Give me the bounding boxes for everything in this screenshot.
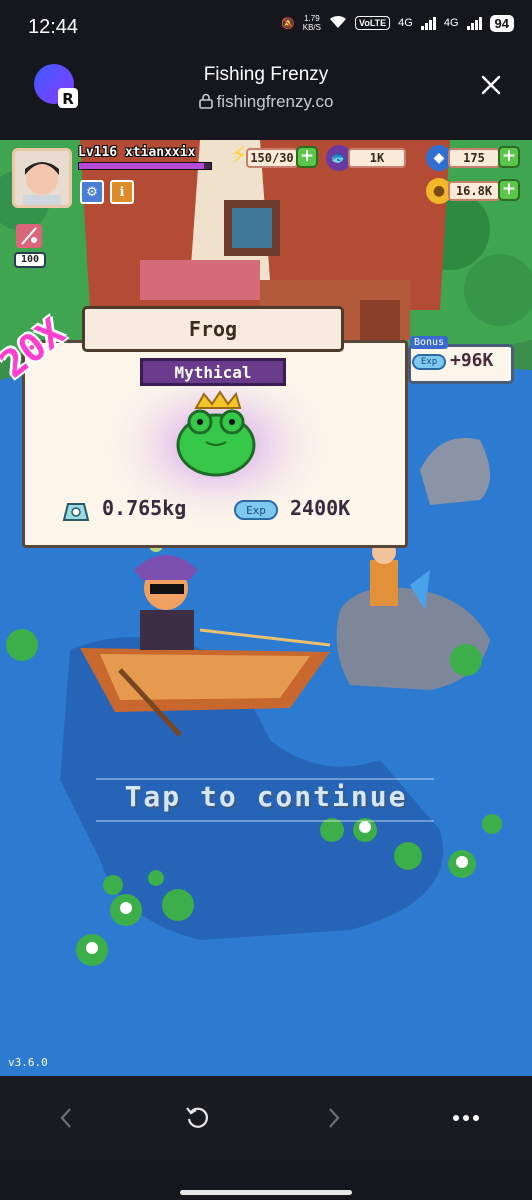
exp-badge: Exp [234,500,278,520]
signal-icon [420,16,436,30]
tap-to-continue[interactable]: Tap to continue [0,780,532,813]
screen: 12:44 🔕 1.79 KB/S VoLTE 4G 4G 94 R Fishin… [0,0,532,1200]
scale-icon [62,503,90,521]
exp-value: 2400K [290,496,351,520]
lock-icon [198,93,213,109]
version-label: v3.6.0 [8,1056,48,1069]
more-dots-icon [453,1115,479,1121]
page-title: Fishing Frenzy [203,64,329,85]
game-canvas[interactable]: Lv116 xtianxxix ⚙ ℹ ⚡ 150/30 + 🐟 1K ◆ 17… [0,140,532,1076]
browser-header: R Fishing Frenzy fishingfrenzy.co [0,56,532,140]
settings-button[interactable]: ⚙ [80,180,104,204]
fish-weight: 0.765kg [102,496,187,520]
info-icon: ℹ [119,184,125,200]
gear-icon: ⚙ [86,184,98,200]
status-bar: 12:44 🔕 1.79 KB/S VoLTE 4G 4G 94 [0,0,532,56]
fish-count: 1K [348,148,406,168]
wifi-icon [329,15,347,32]
info-button[interactable]: ℹ [110,180,134,204]
avatar-portrait-icon [15,151,69,205]
bonus-label: Bonus [410,336,449,349]
mute-icon: 🔕 [281,17,295,30]
volte-badge: VoLTE [354,16,391,30]
add-energy-button[interactable]: + [296,146,318,168]
clock: 12:44 [28,16,79,38]
bonus-exp-badge: Exp [412,354,446,370]
add-pearls-button[interactable]: + [498,146,520,168]
more-options-button[interactable] [446,1098,486,1138]
fishing-rod-icon [16,224,42,248]
bonus-value: +96K [450,350,494,371]
pearl-count: 175 [448,148,500,168]
home-indicator[interactable] [180,1190,352,1195]
reload-button[interactable] [178,1098,218,1138]
chevron-right-icon [329,1108,340,1128]
back-button[interactable] [46,1098,86,1138]
chevron-left-icon [60,1108,71,1128]
divider-bottom [96,820,434,822]
gold-count: 16.8K [448,181,500,201]
net-speed: 1.79 KB/S [302,14,321,32]
rarity-badge: Mythical [140,358,286,386]
game-scene [0,140,532,1076]
signal-icon-2 [466,16,482,30]
energy-value: 150/30 [246,148,298,168]
fish-name: Frog [82,306,344,352]
net-type-b: 4G [443,17,459,29]
forward-button[interactable] [314,1098,354,1138]
frog-icon [176,390,256,477]
close-icon[interactable] [478,72,504,98]
add-gold-button[interactable]: + [498,179,520,201]
player-avatar[interactable] [12,148,72,208]
status-icons: 🔕 1.79 KB/S VoLTE 4G 4G 94 [281,14,514,32]
player-name: Lv116 xtianxxix [78,145,196,160]
xp-bar [78,162,212,170]
inventory-button[interactable]: 100 [14,222,46,268]
browser-nav-bar [0,1076,532,1160]
battery-indicator: 94 [489,14,514,32]
inventory-count: 100 [14,252,46,268]
reload-icon [186,1107,209,1128]
page-url[interactable]: fishingfrenzy.co [0,92,532,112]
net-type-a: 4G [398,17,413,29]
xp-bar-fill [79,163,205,169]
